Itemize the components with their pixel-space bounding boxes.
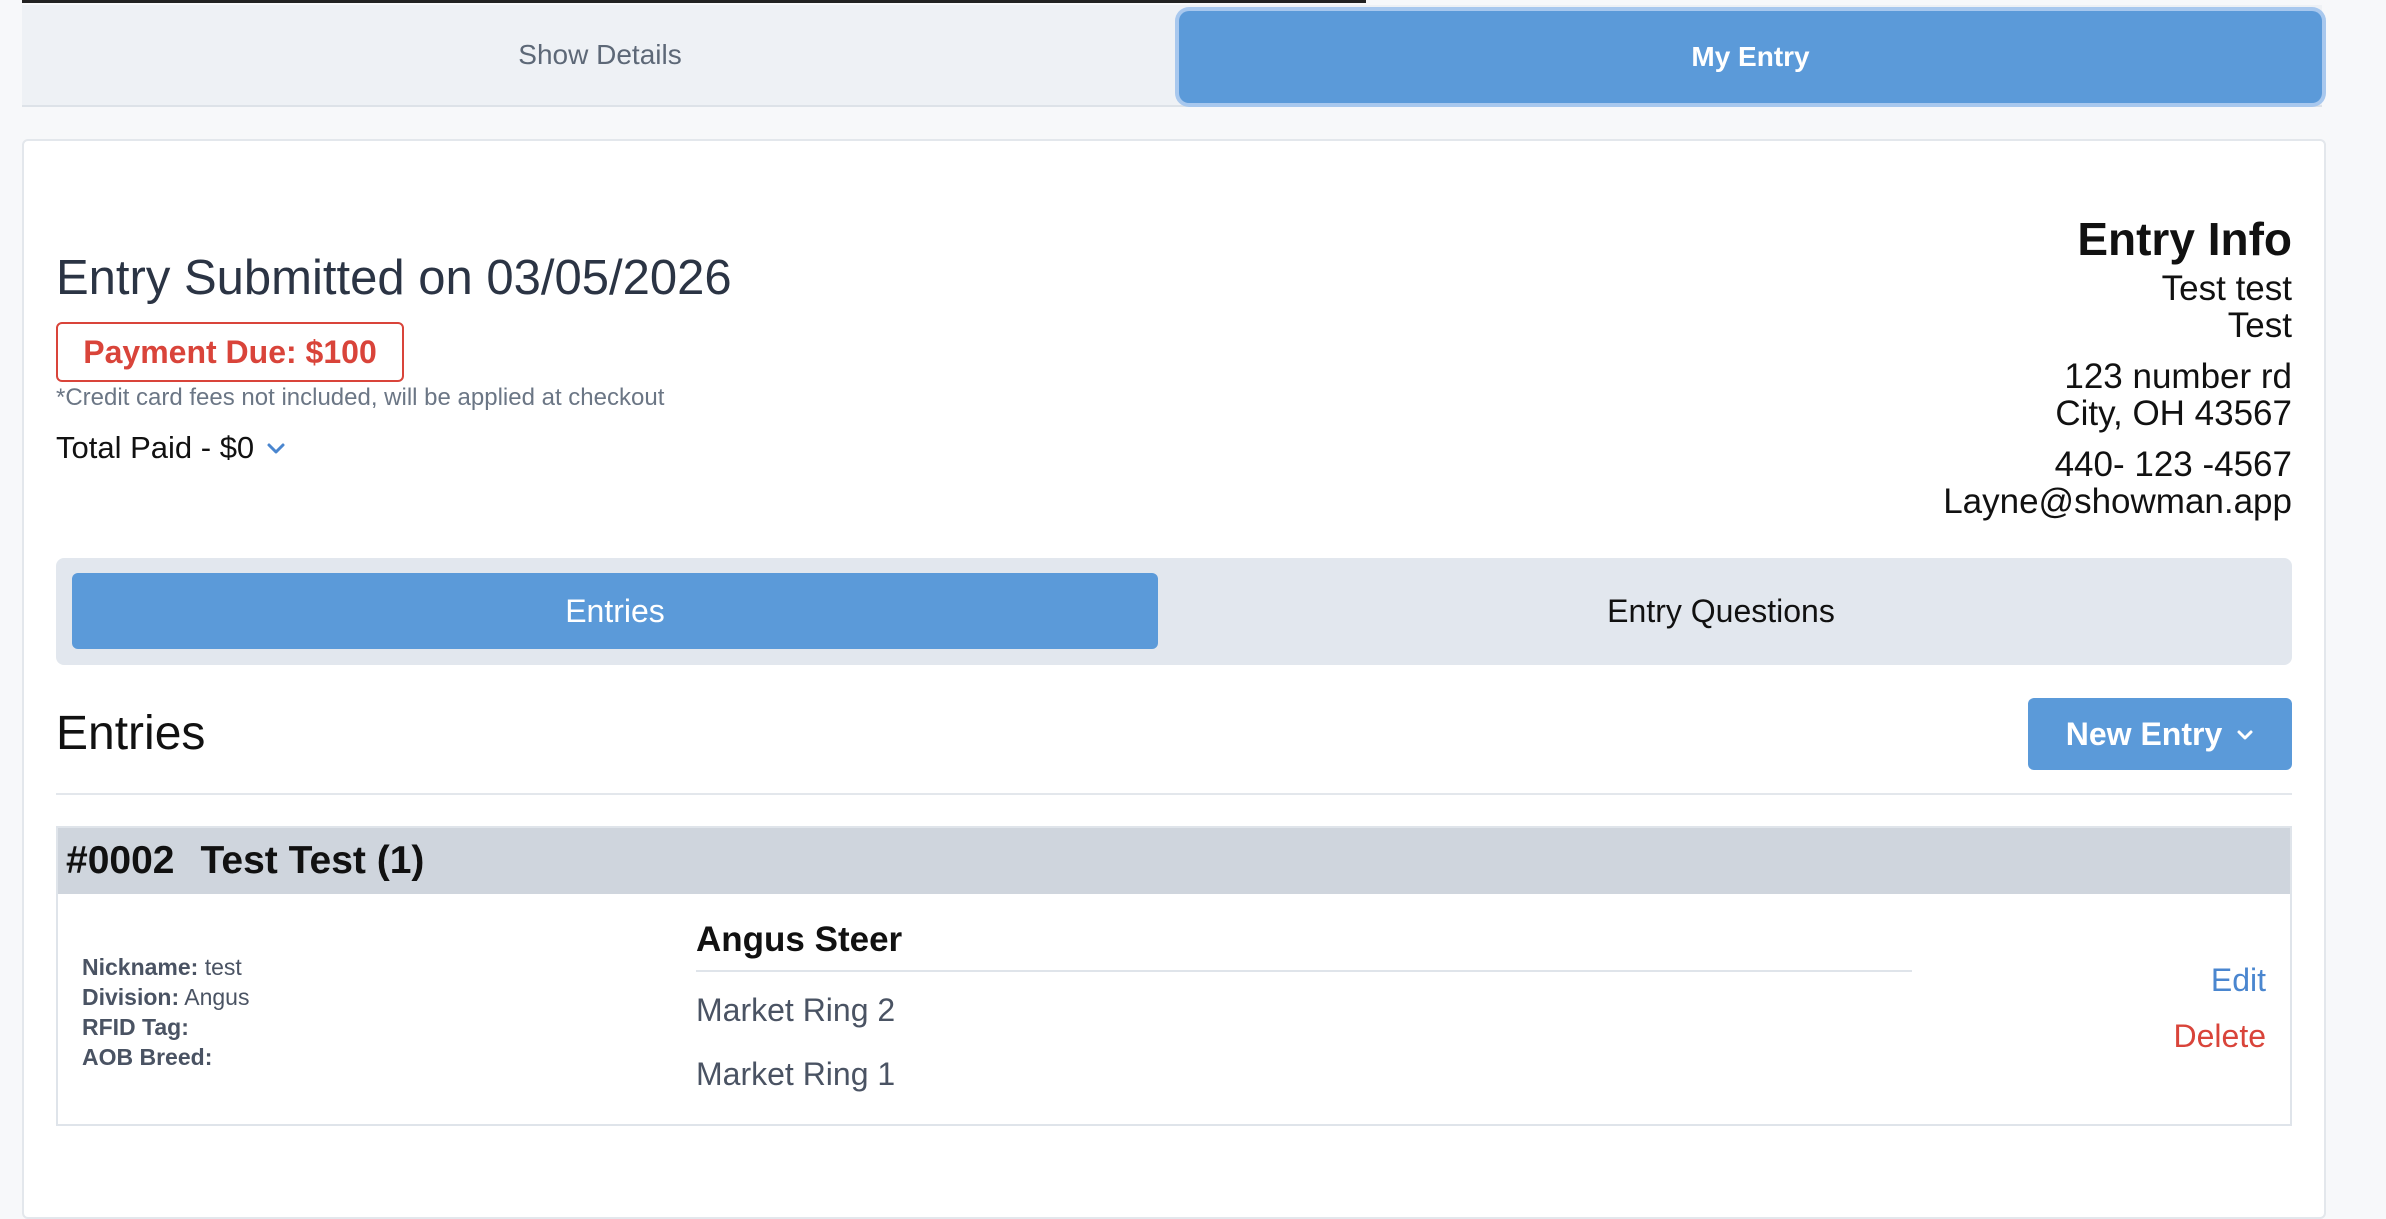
division-label: Division: [82, 984, 180, 1010]
entry-meta: Nickname: test Division: Angus RFID Tag:… [82, 952, 249, 1072]
total-paid-label: Total Paid - $0 [56, 430, 255, 465]
tab-entry-questions[interactable]: Entry Questions [1166, 573, 2276, 649]
ring-item: Market Ring 1 [696, 1056, 896, 1092]
entry-sub-tabs: Entries Entry Questions [56, 558, 2292, 665]
tab-show-details[interactable]: Show Details [22, 5, 1178, 105]
tab-entries[interactable]: Entries [72, 573, 1158, 649]
nickname-value: test [204, 954, 242, 980]
edit-link[interactable]: Edit [2211, 962, 2266, 999]
entry-name: Test Test (1) [200, 839, 425, 882]
section-divider [56, 793, 2292, 795]
rfid-label: RFID Tag: [82, 1014, 189, 1040]
entries-section-title: Entries [56, 707, 206, 760]
phone-number: 440- 123 -4567 [2054, 445, 2292, 484]
exhibitor-organization: Test [2227, 306, 2292, 345]
top-scroll-indicator [22, 0, 1366, 3]
credit-card-fee-note: *Credit card fees not included, will be … [56, 384, 665, 411]
division-value: Angus [184, 984, 250, 1010]
entry-info-heading: Entry Info [2077, 213, 2292, 265]
new-entry-label: New Entry [2065, 715, 2223, 752]
class-title: Angus Steer [696, 920, 903, 959]
entry-number: #0002 [66, 839, 175, 882]
exhibitor-name: Test test [2161, 269, 2292, 308]
nickname-label: Nickname: [82, 954, 199, 980]
delete-link[interactable]: Delete [2174, 1018, 2267, 1055]
total-paid-toggle[interactable]: Total Paid - $0 [56, 430, 286, 466]
entry-info-panel: Entry Info Test test Test 123 number rd … [1943, 212, 2292, 520]
class-divider [696, 970, 1912, 972]
submission-date-heading: Entry Submitted on 03/05/2026 [56, 251, 732, 305]
ring-item: Market Ring 2 [696, 992, 896, 1028]
email-address: Layne@showman.app [1943, 482, 2292, 521]
chevron-down-icon [2236, 721, 2254, 747]
chevron-down-icon [266, 434, 286, 462]
entry-header: #0002 Test Test (1) [58, 828, 2290, 894]
top-tab-bar: Show Details My Entry [22, 5, 2322, 107]
aob-breed-label: AOB Breed: [82, 1044, 213, 1070]
new-entry-button[interactable]: New Entry [2028, 698, 2292, 770]
address-line-1: 123 number rd [2064, 357, 2292, 396]
payment-due-badge: Payment Due: $100 [56, 322, 404, 382]
tab-my-entry[interactable]: My Entry [1179, 11, 2322, 103]
entry-item: #0002 Test Test (1) Nickname: test Divis… [56, 826, 2292, 1126]
address-line-2: City, OH 43567 [2055, 394, 2292, 433]
